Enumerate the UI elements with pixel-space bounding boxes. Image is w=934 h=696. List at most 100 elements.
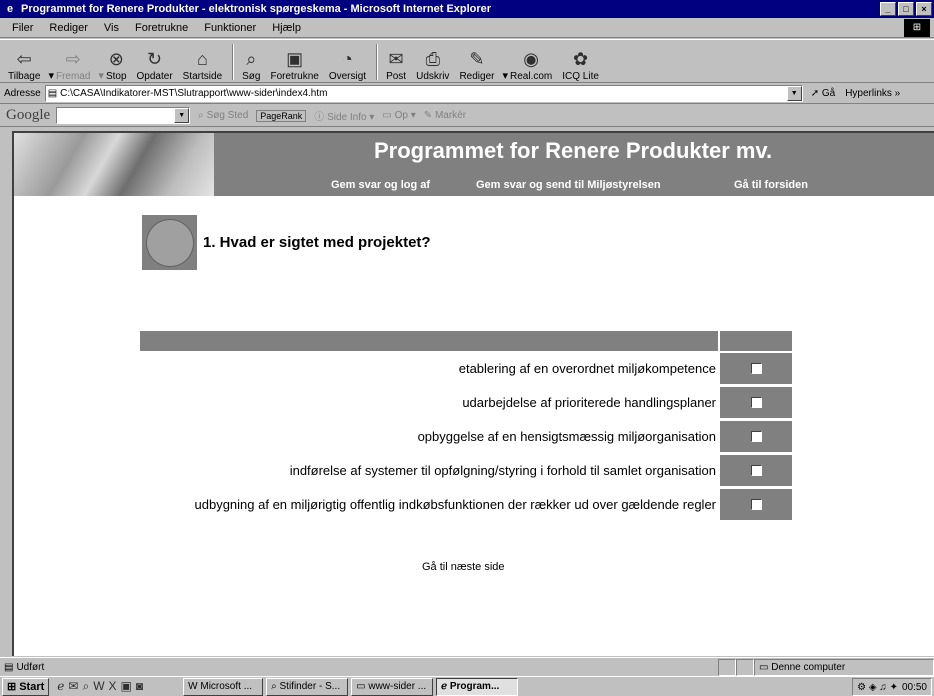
- search-icon: ⌕: [246, 49, 257, 69]
- up-button[interactable]: ▭ Op ▾: [382, 110, 415, 121]
- address-dropdown-icon[interactable]: ▼: [786, 86, 802, 101]
- competence-seal-icon: [136, 209, 203, 276]
- go-button[interactable]: ➚ Gå: [811, 88, 836, 99]
- answer-table: etablering af en overordnet miljøkompete…: [140, 331, 792, 523]
- google-logo[interactable]: Google: [6, 107, 50, 124]
- menu-edit[interactable]: Rediger: [41, 22, 96, 34]
- menu-help[interactable]: Hjælp: [264, 22, 309, 34]
- security-zone: ▭ Denne computer: [754, 659, 934, 676]
- nav-save-logout-link[interactable]: Gem svar og log af: [331, 179, 430, 191]
- answer-row: udarbejdelse af prioriterede handlingspl…: [140, 387, 792, 418]
- back-button[interactable]: ⇦ Tilbage: [6, 42, 42, 82]
- realcom-button[interactable]: ◉ Real.com: [508, 42, 554, 82]
- ie-quicklaunch-icon[interactable]: ℯ: [57, 679, 64, 694]
- question-text: 1. Hvad er sigtet med projektet?: [203, 234, 431, 251]
- ie-task-icon: ℯ: [441, 680, 448, 692]
- edit-button[interactable]: ✎ Rediger: [457, 42, 496, 82]
- toolbar: ⇦ Tilbage ▾ ⇨ Fremad ▾ ⊗ Stop ↻ Opdater ⌂ Sta…: [0, 39, 934, 83]
- nav-save-send-link[interactable]: Gem svar og send til Miljøstyrelsen: [476, 179, 661, 191]
- menu-bar: Filer Rediger Vis Foretrukne Funktioner …: [0, 18, 934, 38]
- realcom-icon: ◉: [523, 49, 539, 69]
- status-bar: ▤ Udført ▭ Denne computer: [0, 657, 934, 676]
- toolbar-separator: [232, 44, 235, 80]
- close-button[interactable]: ×: [916, 2, 932, 16]
- nav-home-link[interactable]: Gå til forsiden: [734, 179, 808, 191]
- answer-checkbox[interactable]: [750, 397, 762, 408]
- answer-row: udbygning af en miljørigtig offentlig in…: [140, 489, 792, 520]
- answer-label: opbyggelse af en hensigtsmæssig miljøorg…: [417, 429, 716, 444]
- task-ie[interactable]: ℯ Program...: [436, 677, 519, 696]
- google-search-dropdown-icon[interactable]: ▼: [174, 108, 190, 123]
- print-button[interactable]: ⎙ Udskriv: [414, 42, 451, 82]
- task-explorer[interactable]: ⌕ Stifinder - S...: [266, 677, 349, 696]
- mail-icon: ✉: [388, 49, 404, 69]
- menu-favorites[interactable]: Foretrukne: [127, 22, 196, 34]
- explorer-icon: ⌕: [271, 680, 277, 692]
- icq-button[interactable]: ✿ ICQ Lite: [560, 42, 601, 82]
- minimize-button[interactable]: _: [880, 2, 896, 16]
- search-site-icon: ⌕: [198, 110, 204, 121]
- menu-view[interactable]: Vis: [96, 22, 127, 34]
- answer-label: etablering af en overordnet miljøkompete…: [458, 361, 716, 376]
- answer-row: opbyggelse af en hensigtsmæssig miljøorg…: [140, 421, 792, 452]
- question-badge-icon: [136, 209, 203, 276]
- desktop-quicklaunch-icon[interactable]: ▣: [121, 679, 132, 694]
- stop-button[interactable]: ⊗ Stop: [104, 42, 129, 82]
- excel-quicklaunch-icon[interactable]: X: [109, 679, 117, 694]
- home-button[interactable]: ⌂ Startside: [181, 42, 224, 82]
- media-quicklaunch-icon[interactable]: ◙: [136, 679, 143, 694]
- address-field[interactable]: ▤ C:\CASA\Indikatorer-MST\Slutrapport\ww…: [44, 85, 803, 102]
- print-icon: ⎙: [425, 49, 440, 69]
- taskbar: ⊞ Start ℯ ✉ ⌕ W X ▣ ◙ W Microsoft ... ⌕ S…: [0, 676, 934, 696]
- answer-checkbox[interactable]: [750, 363, 762, 374]
- task-word[interactable]: W Microsoft ...: [183, 677, 264, 696]
- google-toolbar: Google ▼ ⌕ Søg Sted PageRank ⓘ Side Info…: [0, 105, 934, 127]
- history-button[interactable]: ◔ Oversigt: [327, 42, 368, 82]
- page-icon: ▤: [47, 88, 58, 99]
- answer-label: udbygning af en miljørigtig offentlig in…: [194, 497, 717, 512]
- address-label: Adresse: [4, 88, 41, 99]
- answer-checkbox[interactable]: [750, 499, 762, 510]
- answer-checkbox[interactable]: [750, 431, 762, 442]
- favorites-icon: ▣: [286, 49, 304, 69]
- folder-icon: ▭: [382, 110, 392, 121]
- page-banner: Programmet for Renere Produkter mv. Gem …: [14, 133, 934, 196]
- stop-icon: ⊗: [108, 49, 124, 69]
- windows-logo-icon: ⊞: [904, 19, 930, 37]
- links-button[interactable]: Hyperlinks »: [845, 88, 900, 99]
- address-value: C:\CASA\Indikatorer-MST\Slutrapport\www-…: [60, 88, 328, 99]
- leaf-logo-image: [14, 133, 214, 196]
- clock: 00:50: [901, 681, 927, 693]
- google-search-input[interactable]: ▼: [56, 107, 191, 124]
- answer-checkbox[interactable]: [750, 465, 762, 476]
- tray-icons[interactable]: ⚙ ◈ ♫ ✦: [857, 682, 898, 693]
- search-quicklaunch-icon[interactable]: ⌕: [82, 679, 89, 694]
- word-quicklaunch-icon[interactable]: W: [93, 679, 104, 694]
- go-arrow-icon: ➚: [810, 88, 820, 99]
- menu-file[interactable]: Filer: [4, 22, 41, 34]
- highlight-button[interactable]: ✎ Markér: [424, 110, 466, 121]
- system-tray: ⚙ ◈ ♫ ✦ 00:50: [852, 678, 932, 696]
- windows-flag-icon: ⊞: [7, 681, 17, 693]
- maximize-button[interactable]: □: [898, 2, 914, 16]
- search-button[interactable]: ⌕ Søg: [240, 42, 262, 82]
- page-title: Programmet for Renere Produkter mv.: [374, 138, 773, 163]
- pagerank-indicator[interactable]: PageRank: [256, 109, 307, 122]
- task-folder[interactable]: ▭ www-sider ...: [351, 677, 434, 696]
- refresh-icon: ↻: [147, 49, 163, 69]
- outlook-quicklaunch-icon[interactable]: ✉: [68, 679, 78, 694]
- start-button[interactable]: ⊞ Start: [2, 677, 50, 696]
- menu-tools[interactable]: Funktioner: [196, 22, 264, 34]
- title-bar: e Programmet for Renere Produkter - elek…: [0, 0, 934, 18]
- icq-flower-icon: ✿: [573, 49, 589, 69]
- page-info-button[interactable]: ⓘ Side Info ▾: [314, 108, 374, 123]
- edit-icon: ✎: [469, 49, 485, 69]
- google-search-site-button[interactable]: ⌕ Søg Sted: [198, 110, 248, 121]
- refresh-button[interactable]: ↻ Opdater: [135, 42, 175, 82]
- next-page-link[interactable]: Gå til næste side: [422, 561, 505, 573]
- address-bar: Adresse ▤ C:\CASA\Indikatorer-MST\Slutra…: [0, 84, 934, 104]
- forward-button[interactable]: ⇨ Fremad: [54, 42, 92, 82]
- answer-label: udarbejdelse af prioriterede handlingspl…: [462, 395, 716, 410]
- favorites-button[interactable]: ▣ Foretrukne: [268, 42, 320, 82]
- mail-button[interactable]: ✉ Post: [384, 42, 408, 82]
